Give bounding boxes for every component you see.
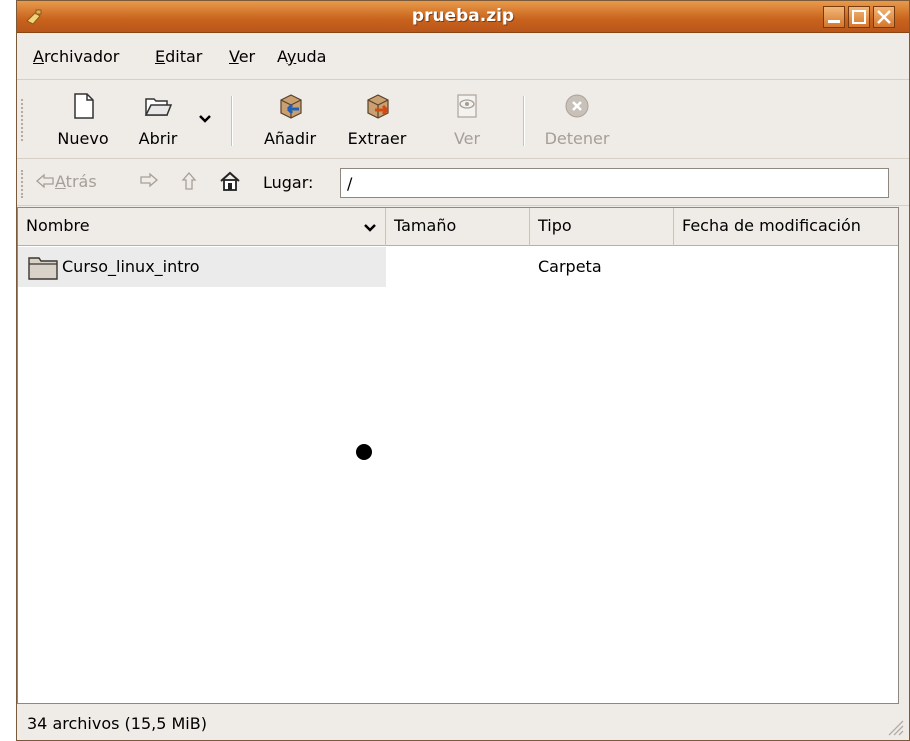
mouse-cursor-dot — [356, 444, 372, 460]
extraer-button[interactable]: Extraer — [339, 81, 415, 159]
menu-archivador[interactable]: Archivador — [33, 47, 119, 66]
location-bar: Atrás Lugar: — [17, 160, 909, 206]
back-label: trás — [65, 172, 97, 191]
extract-archive-icon — [367, 94, 389, 119]
column-label-tamano: Tamaño — [394, 216, 457, 235]
column-header-fecha[interactable]: Fecha de modificación — [674, 208, 898, 246]
abrir-dropdown[interactable] — [193, 81, 217, 159]
nuevo-button[interactable]: Nuevo — [47, 81, 119, 159]
detener-label: Detener — [544, 129, 610, 148]
back-button[interactable]: Atrás — [35, 172, 97, 191]
anadir-label: Añadir — [263, 129, 317, 148]
up-button[interactable] — [181, 172, 197, 194]
column-label-nombre: Nombre — [26, 216, 90, 235]
home-icon — [220, 171, 240, 191]
menu-editar[interactable]: Editar — [155, 47, 202, 66]
menu-bar: Archivador Editar Ver Ayuda — [17, 34, 909, 80]
resize-grip-icon[interactable] — [883, 715, 905, 737]
column-header-nombre[interactable]: Nombre — [18, 208, 386, 246]
toolbar-separator — [231, 96, 233, 146]
title-bar[interactable]: prueba.zip — [17, 1, 909, 33]
location-input[interactable] — [340, 168, 889, 198]
new-document-icon — [74, 93, 94, 119]
folder-icon — [28, 257, 58, 280]
minimize-button[interactable] — [823, 6, 845, 28]
home-button[interactable] — [219, 170, 241, 196]
column-header-tamano[interactable]: Tamaño — [386, 208, 530, 246]
toolbar-grip[interactable] — [21, 99, 25, 141]
anadir-button[interactable]: Añadir — [253, 81, 327, 159]
abrir-button[interactable]: Abrir — [125, 81, 191, 159]
column-header-tipo[interactable]: Tipo — [530, 208, 674, 246]
close-icon — [877, 10, 891, 24]
status-text: 34 archivos (15,5 MiB) — [27, 714, 207, 733]
back-label-key: A — [55, 172, 66, 191]
locationbar-grip[interactable] — [21, 170, 25, 198]
stop-icon — [565, 94, 589, 118]
status-bar: 34 archivos (15,5 MiB) — [17, 705, 909, 741]
extraer-label: Extraer — [347, 129, 407, 148]
column-label-fecha: Fecha de modificación — [682, 216, 861, 235]
close-button[interactable] — [873, 6, 895, 28]
sort-chevron-down-icon — [364, 224, 376, 232]
row-name: Curso_linux_intro — [62, 257, 200, 276]
abrir-label: Abrir — [138, 129, 178, 148]
column-label-tipo: Tipo — [538, 216, 572, 235]
toolbar-separator — [523, 96, 525, 146]
forward-arrow-icon — [140, 172, 158, 188]
detener-button[interactable]: Detener — [535, 81, 619, 159]
window-title: prueba.zip — [411, 6, 515, 26]
back-arrow-icon — [36, 173, 54, 189]
column-headers: Nombre Tamaño Tipo Fecha de modificación — [18, 208, 898, 246]
file-list: Nombre Tamaño Tipo Fecha de modificación… — [17, 207, 899, 704]
maximize-icon — [852, 10, 866, 24]
menu-ayuda[interactable]: Ayuda — [277, 47, 326, 66]
add-to-archive-icon — [280, 94, 302, 119]
table-row[interactable]: Curso_linux_intro Carpeta — [18, 247, 898, 287]
toolbar: Nuevo Abrir Añadir Extraer Ver Detener — [17, 81, 909, 159]
menu-ver[interactable]: Ver — [229, 47, 255, 66]
minimize-icon — [828, 20, 840, 23]
nuevo-label: Nuevo — [57, 129, 109, 148]
ver-label: Ver — [453, 129, 481, 148]
lugar-label: Lugar: — [263, 173, 314, 192]
file-roller-window: prueba.zip Archivador Editar Ver Ayuda N… — [16, 0, 910, 741]
view-file-icon — [457, 94, 477, 118]
chevron-down-icon — [199, 115, 211, 123]
forward-button[interactable] — [139, 172, 159, 192]
ver-button[interactable]: Ver — [441, 81, 493, 159]
maximize-button[interactable] — [848, 6, 870, 28]
open-folder-icon — [144, 98, 173, 116]
up-arrow-icon — [181, 172, 197, 190]
row-type: Carpeta — [538, 257, 602, 276]
